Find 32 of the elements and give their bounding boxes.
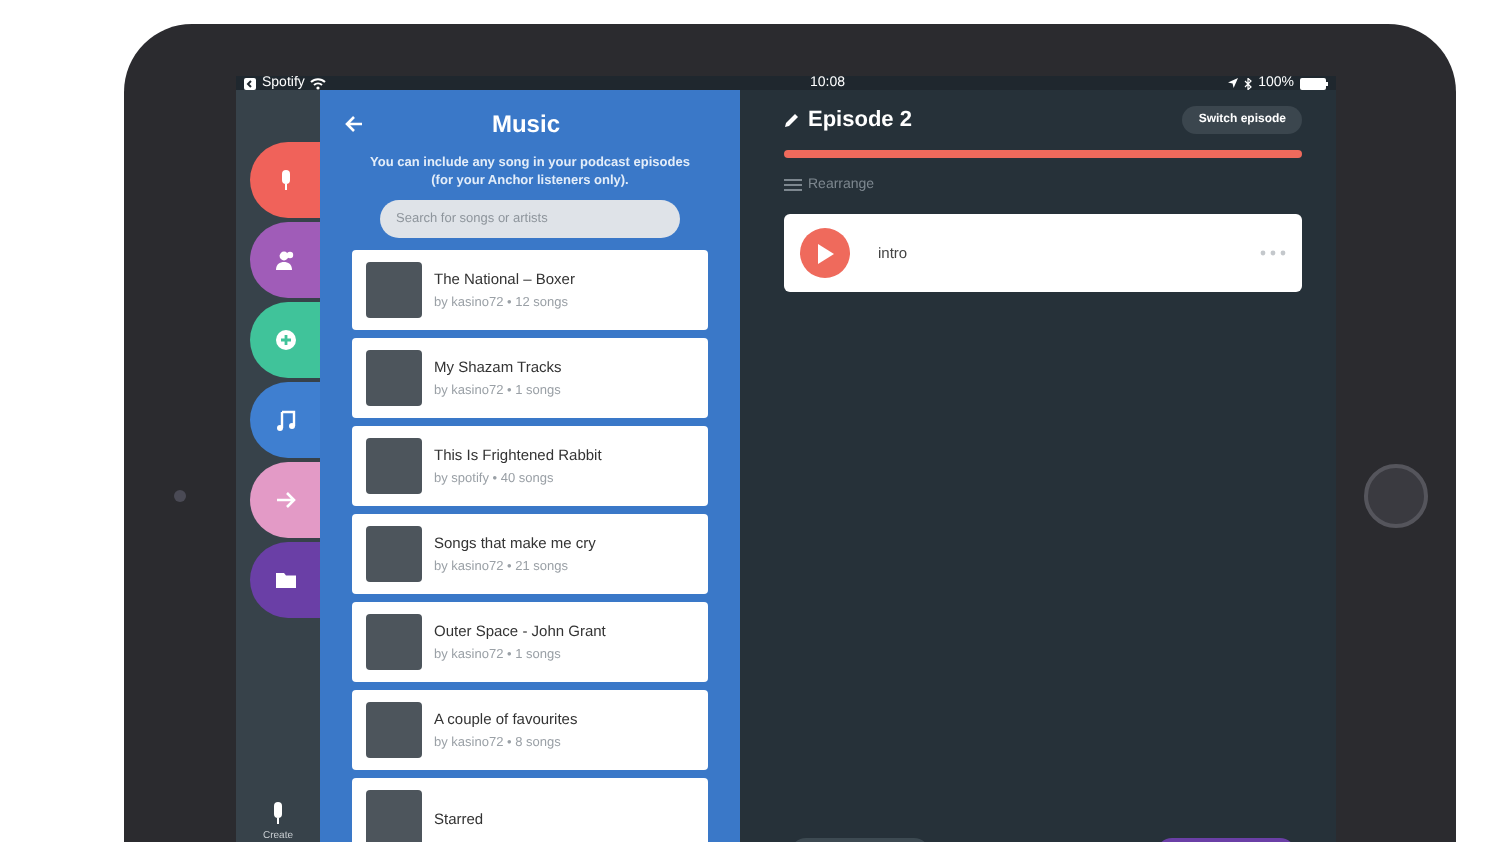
battery-icon	[1300, 77, 1328, 89]
cover-placeholder	[366, 702, 422, 758]
music-note-icon	[273, 408, 297, 432]
sidebar-tab[interactable]	[250, 542, 320, 618]
people-icon	[273, 248, 297, 272]
back-icon[interactable]	[244, 77, 256, 89]
wifi-icon	[310, 77, 327, 89]
plus-icon	[273, 328, 297, 352]
folder-icon	[273, 568, 297, 592]
pencil-icon	[784, 112, 800, 128]
play-icon	[816, 243, 834, 263]
sidebar-tab[interactable]	[250, 142, 320, 218]
arrow-right-icon	[273, 488, 297, 512]
cover-placeholder	[366, 438, 422, 494]
microphone-icon	[270, 802, 286, 826]
sidebar-tab[interactable]	[250, 302, 320, 378]
cover-placeholder	[366, 526, 422, 582]
location-icon	[1228, 78, 1239, 88]
sidebar-tab[interactable]	[250, 382, 320, 458]
sidebar-tab[interactable]	[250, 462, 320, 538]
menu-icon	[784, 178, 802, 192]
bluetooth-icon	[1244, 77, 1253, 89]
cover-placeholder	[366, 614, 422, 670]
cover-placeholder	[366, 790, 422, 842]
cover-placeholder	[366, 262, 422, 318]
episode-title: Episode 2	[808, 108, 912, 132]
panel-title: Music	[489, 110, 562, 138]
sidebar-tab[interactable]	[250, 222, 320, 298]
back-arrow-icon[interactable]	[344, 114, 364, 134]
cover-placeholder	[366, 350, 422, 406]
play-button[interactable]	[800, 228, 850, 278]
camera-dot	[174, 490, 186, 502]
